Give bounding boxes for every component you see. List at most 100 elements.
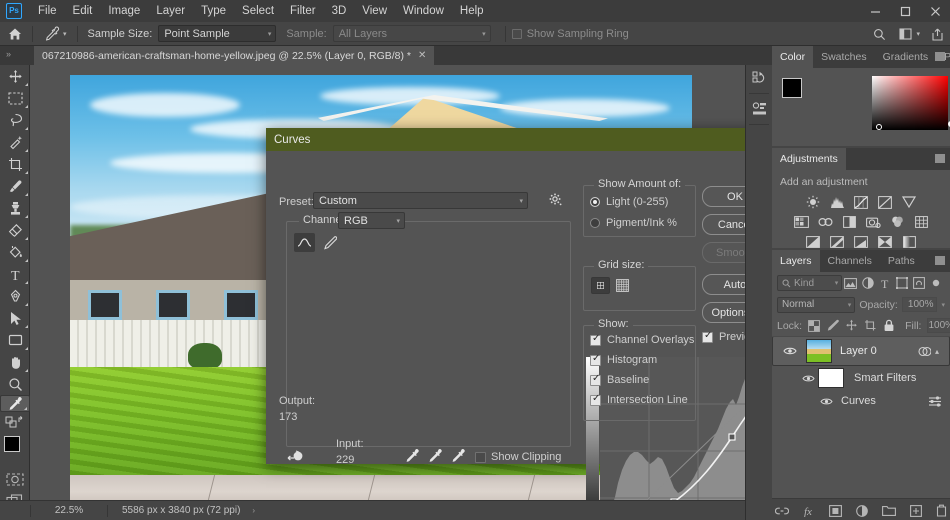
- list-item[interactable]: Smart Filters: [772, 366, 950, 390]
- color-lookup-icon[interactable]: [913, 214, 930, 230]
- eyedropper-black-point-icon[interactable]: [405, 448, 420, 463]
- list-item[interactable]: Curves: [772, 390, 950, 412]
- chevron-up-icon[interactable]: ▴: [935, 347, 939, 356]
- menu-file[interactable]: File: [30, 0, 65, 22]
- share-icon[interactable]: [924, 22, 950, 46]
- sample-size-select[interactable]: Point Sample ▾: [158, 25, 277, 42]
- tool-pen[interactable]: [0, 285, 30, 307]
- close-button[interactable]: [920, 0, 950, 22]
- panel-menu-icon[interactable]: [935, 154, 945, 163]
- delete-layer-icon[interactable]: [936, 504, 947, 517]
- status-menu-icon[interactable]: ›: [252, 506, 255, 515]
- foreground-color-swatch[interactable]: [4, 436, 20, 452]
- chevron-down-icon[interactable]: ▾: [63, 30, 67, 38]
- maximize-button[interactable]: [890, 0, 920, 22]
- input-value[interactable]: 229: [336, 454, 354, 466]
- layer-name[interactable]: Layer 0: [840, 345, 877, 357]
- tool-clone-stamp[interactable]: [0, 197, 30, 219]
- smart-object-filter-icon[interactable]: [911, 274, 928, 292]
- swap-colors-icon[interactable]: [0, 412, 30, 432]
- eye-icon[interactable]: [816, 397, 836, 406]
- panel-menu-icon[interactable]: [935, 256, 945, 265]
- vibrance-icon[interactable]: [901, 194, 918, 210]
- tool-eraser[interactable]: [0, 219, 30, 241]
- close-icon[interactable]: ✕: [418, 50, 426, 61]
- tool-eyedropper[interactable]: [0, 395, 30, 412]
- menu-help[interactable]: Help: [452, 0, 492, 22]
- link-layers-icon[interactable]: [775, 506, 789, 516]
- type-filter-icon[interactable]: T: [876, 274, 893, 292]
- output-value[interactable]: 173: [279, 411, 297, 423]
- eyedropper-gray-point-icon[interactable]: [428, 448, 443, 463]
- lock-transparency-icon[interactable]: [808, 317, 821, 335]
- black-white-icon[interactable]: [841, 214, 858, 230]
- filter-name[interactable]: Curves: [841, 395, 876, 407]
- tab-gradients[interactable]: Gradients: [875, 46, 937, 68]
- tab-swatches[interactable]: Swatches: [813, 46, 875, 68]
- tab-paths[interactable]: Paths: [880, 250, 923, 272]
- selective-color-icon[interactable]: [901, 234, 918, 250]
- document-tab[interactable]: 067210986-american-craftsman-home-yellow…: [34, 46, 435, 65]
- grid-size-quarter-button[interactable]: [591, 277, 610, 294]
- menu-edit[interactable]: Edit: [65, 0, 101, 22]
- menu-image[interactable]: Image: [100, 0, 148, 22]
- tab-adjustments[interactable]: Adjustments: [772, 148, 846, 170]
- home-icon[interactable]: [4, 24, 26, 44]
- sample-select[interactable]: All Layers ▾: [332, 25, 491, 42]
- panel-menu-icon[interactable]: [935, 52, 945, 61]
- adjustment-filter-icon[interactable]: [859, 274, 876, 292]
- color-balance-icon[interactable]: [817, 214, 834, 230]
- new-fill-adjustment-icon[interactable]: [856, 504, 868, 517]
- pixel-filter-icon[interactable]: [842, 274, 859, 292]
- channel-mixer-icon[interactable]: [889, 214, 906, 230]
- eye-icon[interactable]: [778, 346, 802, 356]
- checkbox-baseline[interactable]: Baseline: [590, 373, 649, 386]
- curves-dialog-titlebar[interactable]: Curves ✕: [266, 128, 773, 151]
- menu-view[interactable]: View: [354, 0, 395, 22]
- gear-icon[interactable]: [549, 193, 562, 206]
- preset-select[interactable]: Custom ▾: [313, 192, 528, 209]
- menu-window[interactable]: Window: [395, 0, 452, 22]
- hue-saturation-icon[interactable]: [793, 214, 810, 230]
- minimize-button[interactable]: [860, 0, 890, 22]
- lock-artboard-icon[interactable]: [864, 317, 877, 335]
- photo-filter-icon[interactable]: [865, 214, 882, 230]
- curves-dialog[interactable]: Curves ✕ Preset: Custom ▾ Channel: RGB ▾: [266, 128, 796, 520]
- invert-icon[interactable]: [805, 234, 822, 250]
- posterize-icon[interactable]: [829, 234, 846, 250]
- smooth-curve-icon[interactable]: [287, 449, 305, 464]
- color-swatches[interactable]: [0, 434, 30, 468]
- foreground-color-swatch[interactable]: [782, 78, 802, 98]
- menu-filter[interactable]: Filter: [282, 0, 324, 22]
- exposure-icon[interactable]: [877, 194, 894, 210]
- brightness-contrast-icon[interactable]: [805, 194, 822, 210]
- color-field[interactable]: [872, 76, 948, 130]
- tool-move[interactable]: [0, 65, 30, 87]
- eyedropper-white-point-icon[interactable]: [451, 448, 466, 463]
- tool-lasso[interactable]: [0, 109, 30, 131]
- menu-select[interactable]: Select: [234, 0, 282, 22]
- tool-hand[interactable]: [0, 351, 30, 373]
- tool-type[interactable]: T: [0, 263, 30, 285]
- tab-layers[interactable]: Layers: [772, 250, 820, 272]
- opacity-value[interactable]: 100%: [901, 297, 938, 312]
- table-row[interactable]: Layer 0 ▴: [772, 336, 950, 366]
- tool-rectangular-marquee[interactable]: [0, 87, 30, 109]
- collapse-panels-icon[interactable]: »: [6, 49, 11, 59]
- menu-layer[interactable]: Layer: [148, 0, 193, 22]
- tool-quick-selection[interactable]: [0, 131, 30, 153]
- threshold-icon[interactable]: [853, 234, 870, 250]
- pencil-icon[interactable]: [319, 233, 340, 252]
- grid-size-tenth-button[interactable]: [613, 277, 632, 294]
- tool-crop[interactable]: [0, 153, 30, 175]
- search-icon[interactable]: [866, 22, 892, 46]
- menu-type[interactable]: Type: [193, 0, 234, 22]
- lock-position-icon[interactable]: [845, 317, 858, 335]
- zoom-level[interactable]: 22.5%: [31, 505, 107, 516]
- radio-pigment[interactable]: Pigment/Ink %: [590, 217, 677, 229]
- eyedropper-icon[interactable]: [39, 24, 65, 44]
- shape-filter-icon[interactable]: [894, 274, 911, 292]
- curve-pencil-icon[interactable]: [294, 233, 315, 252]
- properties-icon[interactable]: [746, 96, 773, 122]
- tab-color[interactable]: Color: [772, 46, 814, 68]
